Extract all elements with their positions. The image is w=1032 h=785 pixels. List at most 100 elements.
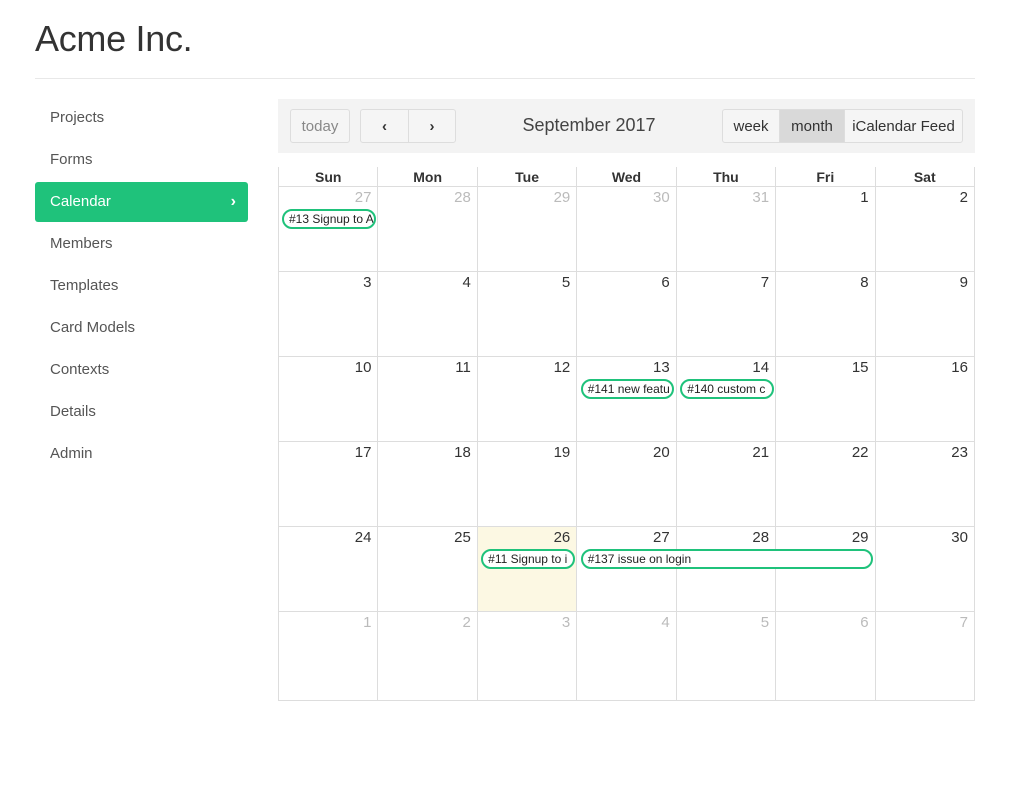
day-cell[interactable]: 5 <box>677 612 777 700</box>
day-number: 30 <box>653 189 670 206</box>
day-number: 29 <box>553 189 571 206</box>
day-cell[interactable]: 28 <box>378 187 478 271</box>
calendar-title: September 2017 <box>522 115 656 135</box>
day-number: 4 <box>661 614 670 631</box>
day-cell[interactable]: 19 <box>478 442 578 526</box>
calendar-event[interactable]: #13 Signup to A <box>282 209 376 229</box>
day-cell[interactable]: 27 <box>577 527 677 611</box>
day-number: 28 <box>454 189 471 206</box>
calendar-event[interactable]: #11 Signup to i <box>481 549 575 569</box>
week-row: 24 25 26 27 28 29 30 #11 Signup to i #137 issue … <box>278 527 975 612</box>
day-cell[interactable]: 4 <box>378 272 478 356</box>
day-cell[interactable]: 24 <box>279 527 379 611</box>
day-cell[interactable]: 21 <box>677 442 777 526</box>
day-number: 8 <box>860 274 869 291</box>
month-grid: Sun Mon Tue Wed Thu Fri Sat 27 28 29 30 31 1 2 #13 Si… <box>278 167 975 701</box>
weekday-thu: Thu <box>677 167 777 186</box>
day-number: 7 <box>760 274 770 291</box>
week-row: 17 18 19 20 21 22 23 <box>278 442 975 527</box>
day-number: 26 <box>553 529 571 546</box>
day-number: 19 <box>553 444 571 461</box>
month-view-button[interactable]: month <box>779 109 845 143</box>
chevron-left-icon: ‹ <box>382 118 387 135</box>
day-cell[interactable]: 30 <box>577 187 677 271</box>
day-number: 30 <box>951 529 968 546</box>
day-cell[interactable]: 1 <box>776 187 876 271</box>
day-cell[interactable]: 28 <box>677 527 777 611</box>
weekday-tue: Tue <box>478 167 578 186</box>
day-cell[interactable]: 20 <box>577 442 677 526</box>
day-cell[interactable]: 25 <box>378 527 478 611</box>
day-cell[interactable]: 2 <box>876 187 975 271</box>
day-number: 23 <box>951 444 968 461</box>
day-number: 29 <box>851 529 869 546</box>
day-cell[interactable]: 30 <box>876 527 975 611</box>
day-cell[interactable]: 1 <box>279 612 379 700</box>
sidebar-item-label: Templates <box>50 277 119 294</box>
sidebar: Projects Forms Calendar › Members Templat… <box>35 98 248 476</box>
day-cell[interactable]: 4 <box>577 612 677 700</box>
sidebar-item-label: Admin <box>50 445 93 462</box>
calendar-event[interactable]: #141 new featu <box>580 379 675 399</box>
sidebar-item-forms[interactable]: Forms <box>35 140 248 180</box>
day-number: 20 <box>653 444 670 461</box>
weekday-wed: Wed <box>577 167 677 186</box>
day-cell[interactable]: 8 <box>776 272 876 356</box>
sidebar-item-projects[interactable]: Projects <box>35 98 248 138</box>
day-cell[interactable]: 23 <box>876 442 975 526</box>
day-cell[interactable]: 27 <box>279 187 379 271</box>
day-cell[interactable]: 18 <box>378 442 478 526</box>
day-cell[interactable]: 29 <box>478 187 578 271</box>
day-cell[interactable]: 17 <box>279 442 379 526</box>
day-cell[interactable]: 3 <box>279 272 379 356</box>
next-month-button[interactable]: › <box>408 109 456 143</box>
sidebar-item-calendar[interactable]: Calendar › <box>35 182 248 222</box>
day-cell[interactable]: 10 <box>279 357 379 441</box>
day-number: 2 <box>462 614 471 631</box>
calendar-event[interactable]: #137 issue on login <box>580 549 874 569</box>
day-number: 5 <box>561 274 571 291</box>
day-cell[interactable]: 12 <box>478 357 578 441</box>
day-cell[interactable]: 11 <box>378 357 478 441</box>
calendar-event[interactable]: #140 custom c <box>680 379 774 399</box>
day-cell[interactable]: 2 <box>378 612 478 700</box>
day-cell[interactable]: 7 <box>876 612 975 700</box>
sidebar-item-label: Card Models <box>50 319 136 336</box>
sidebar-item-card-models[interactable]: Card Models <box>35 308 248 348</box>
sidebar-item-label: Contexts <box>50 361 110 378</box>
weekday-sun: Sun <box>279 167 379 186</box>
day-number: 1 <box>363 614 372 631</box>
day-number: 3 <box>561 614 571 631</box>
prev-month-button[interactable]: ‹ <box>360 109 409 143</box>
week-row: 27 28 29 30 31 1 2 #13 Signup to A <box>278 187 975 272</box>
icalendar-feed-button[interactable]: iCalendar Feed <box>844 109 963 143</box>
day-cell[interactable]: 6 <box>577 272 677 356</box>
day-number: 22 <box>851 444 869 461</box>
sidebar-item-members[interactable]: Members <box>35 224 248 264</box>
day-cell[interactable]: 22 <box>776 442 876 526</box>
sidebar-item-admin[interactable]: Admin <box>35 434 248 474</box>
day-number: 27 <box>354 189 372 206</box>
weekday-header: Sun Mon Tue Wed Thu Fri Sat <box>278 167 975 187</box>
chevron-right-icon: › <box>429 118 435 135</box>
sidebar-item-details[interactable]: Details <box>35 392 248 432</box>
day-cell[interactable]: 31 <box>677 187 777 271</box>
day-cell[interactable]: 15 <box>776 357 876 441</box>
sidebar-item-templates[interactable]: Templates <box>35 266 248 306</box>
day-cell[interactable]: 5 <box>478 272 578 356</box>
day-number: 11 <box>455 359 471 376</box>
sidebar-item-contexts[interactable]: Contexts <box>35 350 248 390</box>
day-cell[interactable]: 3 <box>478 612 578 700</box>
day-number: 10 <box>354 359 372 376</box>
today-button[interactable]: today <box>290 109 350 143</box>
day-cell[interactable]: 14 <box>677 357 777 441</box>
day-cell[interactable]: 13 <box>577 357 677 441</box>
day-cell[interactable]: 26 <box>477 527 578 611</box>
week-view-button[interactable]: week <box>722 109 780 143</box>
day-cell[interactable]: 9 <box>876 272 975 356</box>
day-cell[interactable]: 6 <box>776 612 876 700</box>
day-cell[interactable]: 16 <box>876 357 975 441</box>
day-cell[interactable]: 7 <box>677 272 777 356</box>
day-cell[interactable]: 29 <box>776 527 876 611</box>
sidebar-item-label: Calendar <box>50 193 111 210</box>
